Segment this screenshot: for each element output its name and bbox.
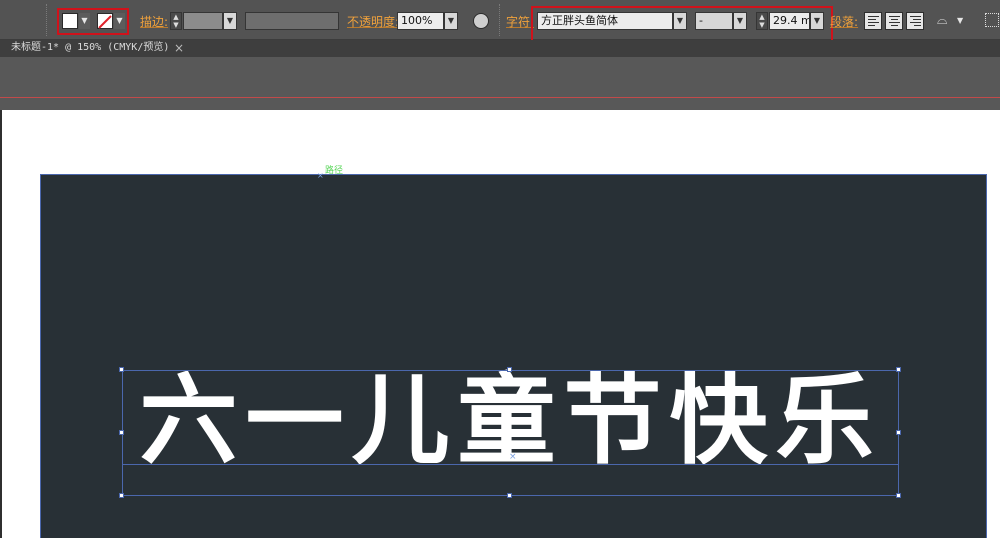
font-family-field[interactable]: 方正胖头鱼简体 <box>537 12 673 30</box>
resize-handle[interactable] <box>896 367 901 372</box>
variable-width-profile[interactable] <box>245 12 339 30</box>
stroke-dropdown-arrow[interactable]: ▼ <box>114 13 125 29</box>
resize-handle[interactable] <box>896 430 901 435</box>
transform-icon[interactable] <box>985 13 999 27</box>
recolor-artwork-icon[interactable] <box>473 13 489 29</box>
tab-close-icon[interactable]: × <box>173 40 185 56</box>
opacity-label[interactable]: 不透明度: <box>347 15 399 29</box>
warp-icon[interactable]: ⌓ <box>937 12 957 30</box>
resize-handle[interactable] <box>896 493 901 498</box>
resize-handle[interactable] <box>507 367 512 372</box>
font-style-dropdown[interactable]: ▼ <box>733 12 747 30</box>
align-right-icon[interactable] <box>906 12 924 30</box>
opacity-dropdown[interactable]: ▼ <box>444 12 458 30</box>
stroke-weight-dropdown[interactable]: ▼ <box>223 12 237 30</box>
stroke-swatch[interactable] <box>97 13 113 29</box>
path-hint-label: 路径 <box>325 166 344 176</box>
character-label[interactable]: 字符: <box>506 15 534 29</box>
none-swatch-icon <box>98 15 112 29</box>
resize-handle[interactable] <box>119 493 124 498</box>
fill-dropdown-arrow[interactable]: ▼ <box>79 13 90 29</box>
selection-bounding-box[interactable] <box>122 370 899 496</box>
anchor-point-icon[interactable]: × <box>317 172 324 180</box>
opacity-field[interactable]: 100% <box>397 12 444 30</box>
panel-grip[interactable] <box>499 4 501 36</box>
stroke-weight-spinner[interactable]: ▲ ▼ <box>170 12 182 30</box>
paragraph-label[interactable]: 段落: <box>830 15 858 29</box>
document-tab[interactable]: 未标题-1* @ 150% (CMYK/预览) <box>5 40 175 57</box>
font-style-field[interactable]: - <box>695 12 733 30</box>
font-size-dropdown[interactable]: ▼ <box>810 12 824 30</box>
align-center-icon[interactable] <box>885 12 903 30</box>
stroke-weight-field[interactable] <box>183 12 223 30</box>
resize-handle[interactable] <box>119 367 124 372</box>
panel-grip[interactable] <box>46 4 48 36</box>
guide-line <box>0 97 1000 98</box>
resize-handle[interactable] <box>507 493 512 498</box>
center-point-icon: × <box>509 452 517 462</box>
stroke-label[interactable]: 描边: <box>140 15 168 29</box>
align-left-icon[interactable] <box>864 12 882 30</box>
font-size-field[interactable]: 29.4 m <box>769 12 810 30</box>
resize-handle[interactable] <box>119 430 124 435</box>
workspace-background <box>0 57 1000 110</box>
warp-dropdown-arrow[interactable]: ▼ <box>957 12 967 30</box>
font-family-dropdown[interactable]: ▼ <box>673 12 687 30</box>
fill-swatch[interactable] <box>62 13 78 29</box>
font-size-spinner[interactable]: ▲ ▼ <box>756 12 768 30</box>
